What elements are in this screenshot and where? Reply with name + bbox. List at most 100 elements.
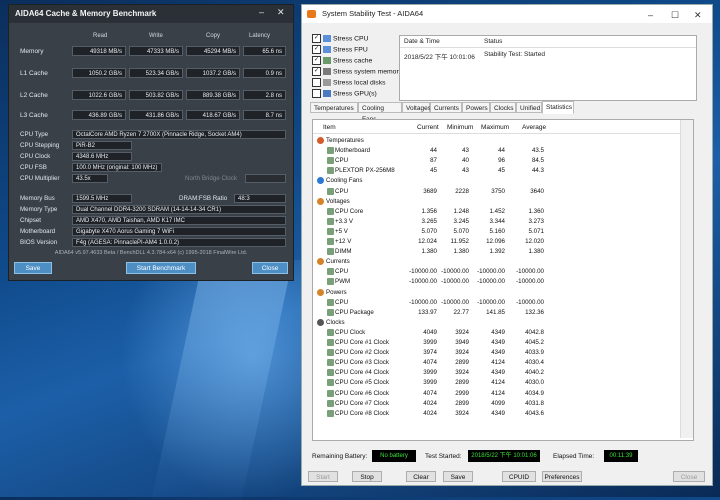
stat-value: -10000.00 [477, 278, 505, 286]
memory-bus-value: 1599.5 MHz [72, 194, 132, 203]
start-benchmark-button[interactable]: Start Benchmark [126, 262, 196, 274]
stat-value: 4349 [491, 328, 505, 336]
scrollbar[interactable] [680, 120, 693, 438]
chipset-label: Chipset [20, 217, 41, 224]
stop-button[interactable]: Stop [352, 471, 382, 482]
checkbox-checked[interactable]: ✓ [312, 34, 321, 43]
tab-cooling-fans[interactable]: Cooling Fans [358, 102, 402, 123]
result-value: 49318 MB/s [72, 46, 126, 56]
stress-option[interactable]: ✓ Stress FPU [312, 45, 368, 54]
minimize-button[interactable]: – [648, 6, 653, 24]
hardware-icon [323, 57, 331, 64]
window-titlebar: System Stability Test - AIDA64 – ☐ ✕ [302, 5, 712, 23]
tab-currents[interactable]: Currents [430, 102, 462, 113]
stat-value: 4349 [491, 369, 505, 377]
preferences-button[interactable]: Preferences [542, 471, 582, 482]
hardware-icon [323, 35, 331, 42]
result-value: 889.38 GB/s [186, 90, 240, 100]
stress-option[interactable]: Stress local disks [312, 78, 386, 87]
col-read: Read [93, 33, 108, 39]
stat-value: -10000.00 [516, 298, 544, 306]
sensor-icon [327, 227, 334, 235]
cpuid-button[interactable]: CPUID [502, 471, 536, 482]
stress-option[interactable]: ✓ Stress CPU [312, 34, 369, 43]
table-row: CPU Clock 4049 3924 4349 4042.8 [313, 328, 693, 338]
start-button[interactable]: Start [308, 471, 338, 482]
item-label: CPU Clock [335, 328, 366, 336]
stat-value: 1.392 [489, 248, 505, 256]
dram-ratio-label: DRAM:FSB Ratio [179, 195, 228, 202]
statistics-table: Item Current Minimum Maximum Average Tem… [312, 119, 694, 441]
memory-bus-label: Memory Bus [20, 195, 55, 202]
header-average: Average [522, 124, 547, 131]
table-row: +12 V 12.024 11.952 12.096 12.020 [313, 237, 693, 247]
stat-value: 22.77 [453, 308, 469, 316]
stat-value: -10000.00 [477, 298, 505, 306]
category-icon [317, 137, 324, 144]
credit-text: AIDA64 v5.97.4633 Beta / BenchDLL 4.3.78… [54, 250, 248, 256]
checkbox-unchecked[interactable] [312, 89, 321, 98]
table-row: CPU Core #8 Clock 4024 3924 4349 4043.6 [313, 409, 693, 419]
stat-value: 5.071 [528, 227, 544, 235]
save-button[interactable]: Save [443, 471, 473, 482]
close-icon[interactable]: ✕ [277, 7, 285, 18]
tab-statistics[interactable]: Statistics [542, 101, 574, 114]
item-label: CPU [335, 157, 349, 165]
stat-value: 4099 [491, 399, 505, 407]
stat-value: 141.85 [486, 308, 505, 316]
stress-option[interactable]: ✓ Stress system memory [312, 67, 402, 76]
stress-option[interactable]: Stress GPU(s) [312, 89, 377, 98]
close-button[interactable]: Close [673, 471, 705, 482]
checkbox-unchecked[interactable] [312, 78, 321, 87]
sensor-icon [327, 248, 334, 256]
stat-value: 4042.8 [525, 328, 544, 336]
checkbox-checked[interactable]: ✓ [312, 56, 321, 65]
category-icon [317, 288, 324, 296]
tab-temperatures[interactable]: Temperatures [310, 102, 358, 113]
result-value: 2.8 ns [243, 90, 286, 100]
sensor-icon [327, 298, 334, 306]
stress-option-label: Stress system memory [333, 68, 403, 76]
stat-value: 12.096 [486, 238, 505, 245]
table-row: CPU Package 133.97 22.77 141.85 132.36 [313, 308, 693, 318]
table-row: PLEXTOR PX-256M8 45 43 45 44.3 [313, 166, 693, 176]
checkbox-checked[interactable]: ✓ [312, 45, 321, 54]
stat-value: 4349 [491, 339, 505, 346]
remaining-battery-value: No battery [372, 450, 416, 462]
group-row: Voltages [313, 197, 693, 207]
result-value: 503.82 GB/s [129, 90, 183, 100]
group-label: Cooling Fans [326, 177, 363, 185]
stat-value: 3924 [455, 349, 469, 357]
cpu-type-label: CPU Type [20, 131, 49, 138]
stress-option[interactable]: ✓ Stress cache [312, 56, 372, 65]
log-divider [400, 47, 696, 48]
table-row: CPU Core #6 Clock 4074 2999 4124 4034.9 [313, 389, 693, 399]
close-button[interactable]: Close [252, 262, 288, 274]
memory-type-value: Dual Channel DDR4-3200 SDRAM (14-14-14-3… [72, 205, 286, 214]
close-icon[interactable]: ✕ [694, 6, 702, 24]
stat-value: 3.245 [453, 217, 469, 225]
cpu-type-value: OctalCore AMD Ryzen 7 2700X (Pinnacle Ri… [72, 130, 286, 139]
table-row: CPU 3689 2228 3750 3640 [313, 187, 693, 197]
tab-unified[interactable]: Unified [516, 102, 542, 113]
sensor-icon [327, 207, 334, 215]
minimize-button[interactable]: – [259, 7, 264, 17]
sensor-icon [327, 157, 334, 165]
header-current: Current [417, 124, 439, 131]
tab-powers[interactable]: Powers [462, 102, 490, 113]
tab-clocks[interactable]: Clocks [490, 102, 516, 113]
table-row: CPU Core #7 Clock 4024 2899 4099 4031.8 [313, 399, 693, 409]
stat-value: -10000.00 [441, 268, 469, 276]
clear-button[interactable]: Clear [406, 471, 436, 482]
item-label: CPU Core [335, 207, 364, 215]
tab-voltages[interactable]: Voltages [402, 102, 431, 113]
sensor-icon [327, 238, 334, 245]
save-button[interactable]: Save [14, 262, 52, 274]
table-row: CPU 87 40 96 84.5 [313, 156, 693, 166]
item-label: CPU [335, 268, 349, 276]
maximize-button[interactable]: ☐ [671, 6, 679, 24]
checkbox-checked[interactable]: ✓ [312, 67, 321, 76]
stat-value: 96 [498, 157, 505, 165]
sensor-icon [327, 369, 334, 377]
stat-value: 4124 [491, 359, 505, 367]
